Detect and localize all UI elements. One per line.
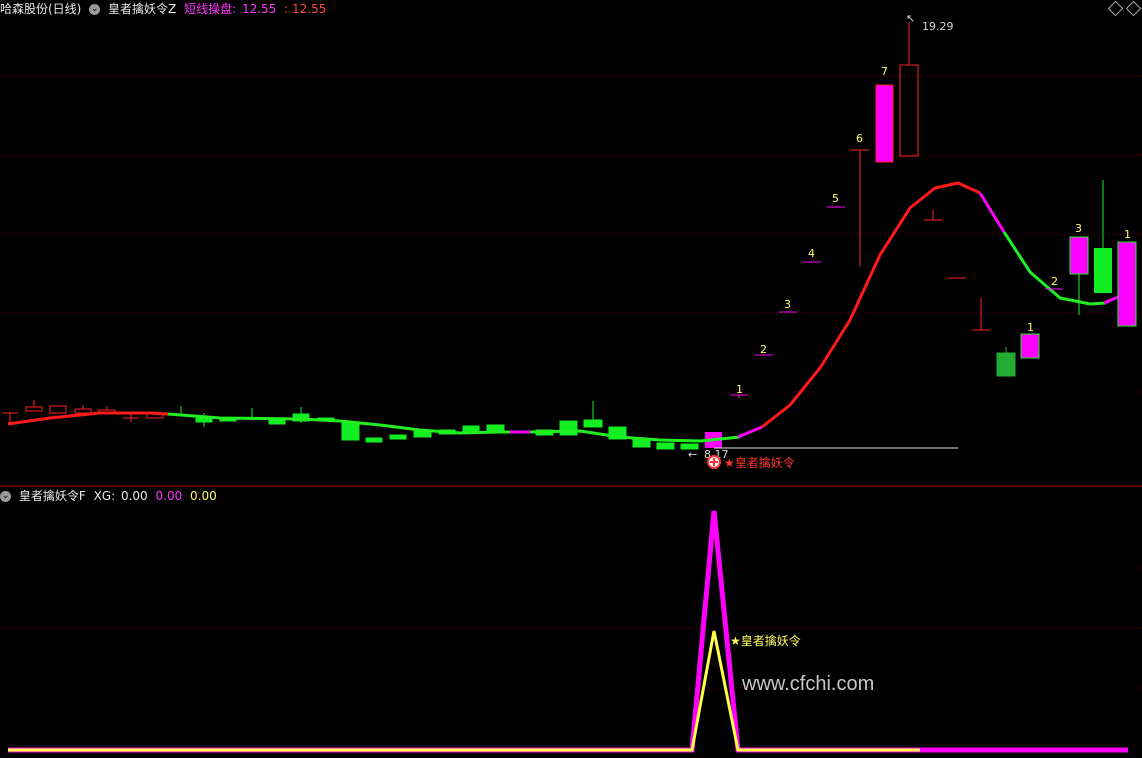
candle-up-3 bbox=[1069, 236, 1089, 275]
count-label: 3 bbox=[1075, 222, 1082, 235]
candle-green-low bbox=[996, 352, 1016, 377]
decline-candles bbox=[924, 210, 990, 331]
count-label: 5 bbox=[832, 192, 839, 205]
candle-7 bbox=[875, 84, 894, 163]
candle-last bbox=[1117, 241, 1137, 327]
count-label: 1 bbox=[1027, 321, 1034, 334]
high-arrow: ↖ bbox=[906, 12, 915, 25]
count-label: 7 bbox=[881, 65, 888, 78]
ma-line-red-rise bbox=[761, 181, 981, 429]
ma-line-red-left bbox=[7, 411, 169, 426]
high-price-label: 19.29 bbox=[922, 20, 954, 33]
count-label: 6 bbox=[856, 132, 863, 145]
count-label: 3 bbox=[784, 298, 791, 311]
series-magenta bbox=[8, 510, 1128, 753]
count-label: 4 bbox=[808, 247, 815, 260]
watermark: www.cfchi.com bbox=[742, 673, 875, 695]
signal-sub-chart[interactable]: ★皇者擒妖令 bbox=[0, 487, 1142, 758]
sub-grid-lines bbox=[0, 567, 1142, 689]
candle-up-1 bbox=[1020, 333, 1040, 359]
candles-middle bbox=[180, 401, 699, 450]
signal-label-sub: ★皇者擒妖令 bbox=[730, 633, 801, 648]
signal-label-main: ★皇者擒妖令 bbox=[724, 455, 795, 470]
count-label: 2 bbox=[1051, 275, 1058, 288]
candle-high bbox=[899, 64, 919, 157]
count-label: 2 bbox=[760, 343, 767, 356]
low-arrow: ← bbox=[688, 448, 697, 461]
ma-line-green-3 bbox=[1002, 231, 1107, 306]
ma-line-magenta-3 bbox=[978, 192, 1006, 233]
count-label: 1 bbox=[1124, 228, 1131, 241]
rise-candles bbox=[730, 149, 869, 398]
candlestick-chart[interactable]: 1 2 3 4 5 6 7 1 2 3 1 ↖ 19.29 ← 8.17 ★皇者… bbox=[0, 0, 1142, 487]
candle-down bbox=[1094, 248, 1112, 293]
ma-line-magenta-2 bbox=[737, 425, 763, 439]
count-label: 1 bbox=[736, 383, 743, 396]
grid-lines bbox=[0, 75, 1142, 393]
